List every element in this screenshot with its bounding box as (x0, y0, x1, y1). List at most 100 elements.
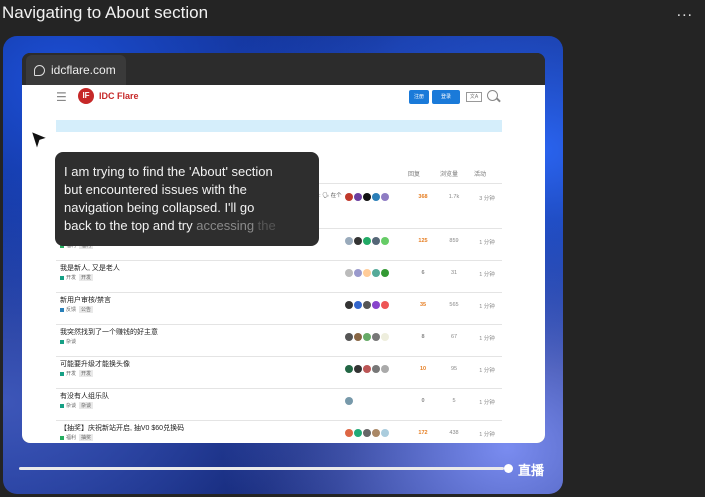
poster-avatars (345, 333, 390, 341)
login-button[interactable]: 登录 (432, 90, 460, 104)
topic-category[interactable]: 杂谈 (66, 339, 76, 345)
topic-activity[interactable]: 1 分钟 (469, 366, 505, 374)
site-favicon-icon (34, 64, 45, 76)
avatar[interactable] (363, 333, 371, 341)
topic-title[interactable]: 我突然找到了一个赚钱的好主意 (60, 327, 158, 337)
topic-tag[interactable]: 杂谈 (79, 402, 94, 409)
topic-replies[interactable]: 6 (408, 270, 438, 276)
site-logo-icon[interactable]: IF (78, 88, 94, 104)
topic-replies[interactable]: 8 (408, 334, 438, 340)
playback-progress-knob[interactable] (504, 464, 513, 473)
topic-activity[interactable]: 1 分钟 (469, 430, 505, 438)
topic-views: 95 (450, 366, 458, 372)
avatar[interactable] (345, 397, 353, 405)
avatar[interactable] (372, 333, 380, 341)
topic-category[interactable]: 反馈 (66, 307, 76, 313)
hamburger-menu-icon[interactable]: ☰ (56, 90, 67, 104)
topic-replies[interactable]: 0 (408, 398, 438, 404)
col-views[interactable]: 浏览量 (440, 169, 458, 178)
topic-activity[interactable]: 1 分钟 (469, 398, 505, 406)
topic-category[interactable]: 福利 (66, 435, 76, 441)
topic-title[interactable]: 新用户审核/禁言 (60, 295, 111, 305)
topic-tag[interactable]: 开发 (79, 274, 94, 281)
topic-replies[interactable]: 125 (408, 238, 438, 244)
poster-avatars (345, 237, 390, 245)
translate-icon[interactable]: 文A (466, 92, 482, 102)
topic-title[interactable]: 可能要升级才能换头像 (60, 359, 130, 369)
avatar[interactable] (381, 365, 389, 373)
col-activity[interactable]: 活动 (474, 169, 486, 178)
topic-category[interactable]: 开发 (66, 275, 76, 281)
signup-button[interactable]: 注册 (409, 90, 429, 104)
col-replies[interactable]: 回复 (408, 169, 420, 178)
avatar[interactable] (354, 301, 362, 309)
topic-row[interactable]: 新用户审核/禁言 反馈 公告 35 565 1 分钟 (22, 292, 545, 324)
avatar[interactable] (354, 269, 362, 277)
avatar[interactable] (345, 429, 353, 437)
topic-replies[interactable]: 35 (408, 302, 438, 308)
topic-category[interactable]: 杂谈 (66, 403, 76, 409)
topic-title[interactable]: 【抽奖】庆祝新站开启, 抽V0 $60兑换码 (60, 423, 184, 433)
avatar[interactable] (381, 237, 389, 245)
topic-activity[interactable]: 1 分钟 (469, 302, 505, 310)
avatar[interactable] (363, 193, 371, 201)
topic-views: 859 (449, 238, 459, 244)
avatar[interactable] (345, 237, 353, 245)
browser-window: idcflare.com ☰ IF IDC Flare 注册 登录 文A 回复 … (22, 53, 545, 443)
live-label: 直播 (518, 463, 545, 478)
avatar[interactable] (354, 333, 362, 341)
browser-tabbar: idcflare.com (22, 53, 545, 85)
avatar[interactable] (363, 301, 371, 309)
search-icon[interactable] (487, 90, 498, 101)
topic-row[interactable]: 我是新人, 又是老人 开发 开发 6 31 1 分钟 (22, 260, 545, 292)
avatar[interactable] (363, 429, 371, 437)
topic-row[interactable]: 【抽奖】庆祝新站开启, 抽V0 $60兑换码 福利 抽奖 172 438 1 分钟 (22, 420, 545, 443)
topic-activity[interactable]: 1 分钟 (469, 238, 505, 246)
avatar[interactable] (354, 365, 362, 373)
avatar[interactable] (363, 237, 371, 245)
avatar[interactable] (381, 301, 389, 309)
avatar[interactable] (345, 269, 353, 277)
more-options-icon[interactable]: ... (677, 3, 693, 21)
avatar[interactable] (345, 333, 353, 341)
browser-tab[interactable]: idcflare.com (26, 55, 126, 85)
topic-category[interactable]: 开发 (66, 371, 76, 377)
avatar[interactable] (345, 365, 353, 373)
topic-tag[interactable]: 公告 (79, 306, 94, 313)
avatar[interactable] (372, 429, 380, 437)
avatar[interactable] (372, 269, 380, 277)
topic-tag[interactable]: 开发 (79, 370, 94, 377)
avatar[interactable] (363, 365, 371, 373)
avatar[interactable] (381, 429, 389, 437)
avatar[interactable] (381, 193, 389, 201)
category-color-icon (60, 371, 64, 376)
topic-row[interactable]: 我突然找到了一个赚钱的好主意 杂谈 8 67 1 分钟 (22, 324, 545, 356)
avatar[interactable] (354, 193, 362, 201)
avatar[interactable] (354, 237, 362, 245)
avatar[interactable] (354, 429, 362, 437)
avatar[interactable] (345, 301, 353, 309)
avatar[interactable] (381, 269, 389, 277)
poster-avatars (345, 193, 390, 201)
topic-row[interactable]: 可能要升级才能换头像 开发 开发 10 95 1 分钟 (22, 356, 545, 388)
avatar[interactable] (372, 237, 380, 245)
avatar[interactable] (381, 333, 389, 341)
avatar[interactable] (372, 365, 380, 373)
site-logo-text[interactable]: IDC Flare (99, 91, 139, 101)
topic-replies[interactable]: 172 (408, 430, 438, 436)
avatar[interactable] (372, 193, 380, 201)
avatar[interactable] (363, 269, 371, 277)
thought-line-1: I am trying to find the 'About' section (64, 164, 273, 179)
topic-replies[interactable]: 10 (408, 366, 438, 372)
topic-title[interactable]: 我是新人, 又是老人 (60, 263, 120, 273)
topic-tag[interactable]: 抽奖 (79, 434, 94, 441)
topic-row[interactable]: 有没有人组乐队 杂谈 杂谈 0 5 1 分钟 (22, 388, 545, 420)
topic-activity[interactable]: 1 分钟 (469, 334, 505, 342)
avatar[interactable] (345, 193, 353, 201)
playback-progress-bar[interactable] (19, 467, 504, 470)
topic-title[interactable]: 有没有人组乐队 (60, 391, 109, 401)
topic-activity[interactable]: 3 分钟 (469, 194, 505, 202)
topic-activity[interactable]: 1 分钟 (469, 270, 505, 278)
avatar[interactable] (372, 301, 380, 309)
topic-replies[interactable]: 368 (408, 194, 438, 200)
